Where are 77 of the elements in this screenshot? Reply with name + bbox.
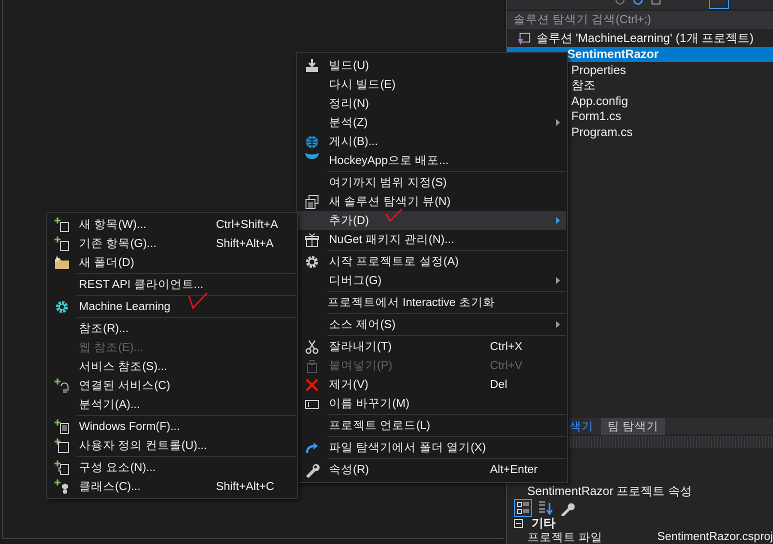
menu-item[interactable]: Windows Form(F)... (48, 417, 296, 436)
toolbar-icon[interactable] (615, 0, 626, 6)
tab[interactable]: 색기 (567, 418, 600, 434)
clipboard-icon (304, 358, 320, 374)
shortcut-text: Ctrl+X (490, 340, 522, 352)
wrench-icon (304, 462, 320, 478)
build-icon (304, 58, 320, 74)
menu-item[interactable]: 디버그(G) (298, 271, 566, 290)
search-field[interactable]: 솔루션 탐색기 검색(Ctrl+;) (507, 11, 773, 29)
menu-item[interactable]: 분석기(A)... (48, 395, 296, 414)
menu-item[interactable]: 게시(B)... (298, 132, 566, 151)
menu-item[interactable]: 이름 바꾸기(M) (298, 394, 566, 413)
menu-item[interactable]: Machine Learning (48, 297, 296, 316)
curved-arrow-icon (304, 440, 320, 456)
gear-icon (54, 298, 70, 314)
gear-icon (304, 254, 320, 270)
sort-icon[interactable] (538, 500, 554, 516)
shortcut-text: Ctrl+Shift+A (216, 218, 278, 230)
menu-item[interactable]: 새 폴더(D) (48, 253, 296, 272)
form-icon (54, 418, 70, 434)
connected-service-icon (54, 378, 70, 394)
class-icon (54, 478, 70, 494)
menu-item[interactable]: 파일 탐색기에서 폴더 열기(X) (298, 438, 566, 457)
menu-item[interactable]: 클래스(C)... Shift+Alt+C (48, 477, 296, 496)
control-icon (54, 438, 70, 454)
handwritten-check-mark (384, 207, 404, 223)
menu-item[interactable]: NuGet 패키지 관리(N)... (298, 230, 566, 249)
collapse-icon[interactable] (514, 519, 524, 528)
menu-item[interactable]: 새 항목(W)... Ctrl+Shift+A (48, 215, 296, 234)
shortcut-text: Del (490, 378, 508, 390)
menu-item[interactable]: 연결된 서비스(C) (48, 376, 296, 395)
menu-item[interactable]: 시작 프로젝트로 설정(A) (298, 252, 566, 271)
category-label: 기타 (531, 515, 556, 532)
menu-item[interactable]: 사용자 정의 컨트롤(U)... (48, 436, 296, 455)
menu-item[interactable]: 참조(R)... (48, 319, 296, 338)
menu-item[interactable]: 소스 제어(S) (298, 315, 566, 334)
component-icon (54, 460, 70, 476)
toolbar-icon[interactable] (633, 0, 644, 6)
menu-item[interactable]: 기존 항목(G)... Shift+Alt+A (48, 234, 296, 253)
scissors-icon (304, 338, 320, 354)
toolbar-icon[interactable] (651, 0, 662, 6)
menu-item[interactable]: 속성(R) Alt+Enter (298, 460, 566, 479)
folder-icon (54, 254, 70, 270)
shortcut-text: Shift+Alt+A (216, 238, 274, 250)
panel-title-text: SentimentRazor 프로젝트 속성 (527, 482, 692, 500)
menu-item[interactable]: 분석(Z) (298, 113, 566, 132)
menu-item[interactable]: 잘라내기(T) Ctrl+X (298, 337, 566, 356)
property-value[interactable]: SentimentRazor.csproj (657, 531, 773, 543)
bowl-icon (305, 152, 319, 158)
property-name: 프로젝트 파일 (526, 530, 604, 544)
handwritten-check-mark (187, 290, 209, 310)
tab[interactable]: 팀 탐색기 (601, 418, 664, 434)
windows-icon (304, 194, 320, 210)
globe-icon (304, 134, 320, 150)
menu-item[interactable]: 프로젝트에서 Interactive 초기화 (298, 293, 566, 312)
new-item-icon (54, 216, 70, 232)
tree-item[interactable]: 솔루션 'MachineLearning' (1개 프로젝트) (507, 31, 773, 46)
menu-item[interactable]: 여기까지 범위 지정(S) (298, 173, 566, 192)
shortcut-text: Ctrl+V (490, 360, 522, 372)
menu-item[interactable]: 구성 요소(N)... (48, 458, 296, 477)
toolbar-icon[interactable] (709, 0, 730, 9)
shortcut-text: Alt+Enter (490, 464, 538, 476)
menu-item[interactable]: REST API 클라이언트... (48, 275, 296, 294)
menu-item[interactable]: 정리(N) (298, 94, 566, 113)
menu-item[interactable]: 프로젝트 언로드(L) (298, 416, 566, 435)
menu-item[interactable]: 제거(V) Del (298, 375, 566, 394)
shortcut-text: Shift+Alt+C (216, 480, 274, 492)
gift-icon (304, 232, 320, 248)
menu-item[interactable]: 다시 빌드(E) (298, 75, 566, 94)
menu-item[interactable]: HockeyApp으로 배포... (298, 151, 566, 170)
solution-icon (517, 32, 532, 46)
menu-item[interactable]: 추가(D) (298, 211, 566, 230)
menu-item[interactable]: 새 솔루션 탐색기 뷰(N) (298, 192, 566, 211)
add-item-icon (54, 236, 70, 252)
categorized-view-icon[interactable] (514, 498, 532, 516)
menu-item[interactable]: 서비스 참조(S)... (48, 357, 296, 376)
close-icon (304, 376, 320, 392)
